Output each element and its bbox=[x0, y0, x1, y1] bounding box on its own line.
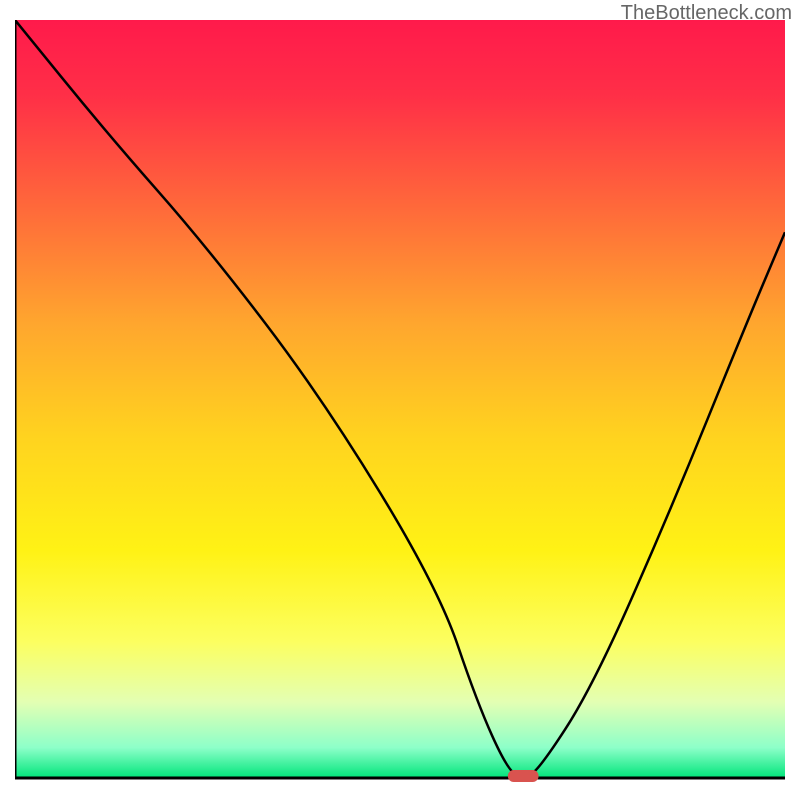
watermark-text: TheBottleneck.com bbox=[621, 2, 792, 25]
optimal-marker bbox=[508, 770, 539, 782]
chart-svg bbox=[15, 20, 785, 790]
gradient-background bbox=[15, 20, 785, 778]
chart-area bbox=[15, 20, 785, 790]
